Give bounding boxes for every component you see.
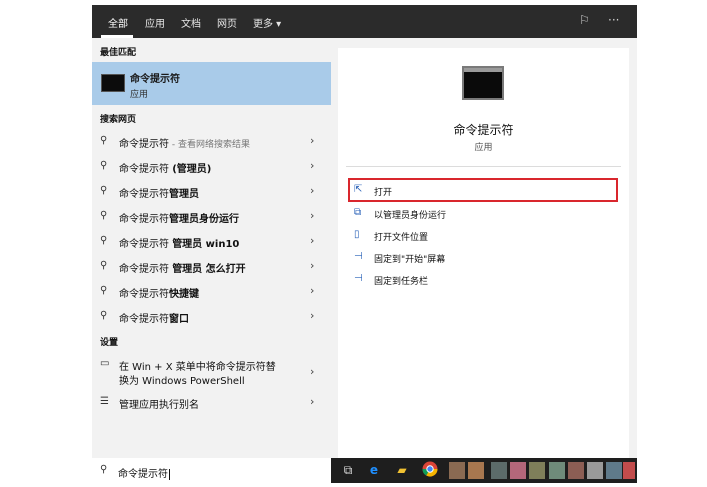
search-icon: ⚲ bbox=[100, 285, 108, 296]
search-icon: ⚲ bbox=[100, 235, 108, 246]
blurred-app-icon[interactable] bbox=[468, 462, 484, 479]
open-icon: ⇱ bbox=[354, 184, 363, 195]
blurred-app-icon[interactable] bbox=[529, 462, 545, 479]
web-result-text: 命令提示符 bbox=[119, 214, 169, 225]
results-pane: 最佳匹配 命令提示符 应用 搜索网页 ⚲ 命令提示符 - 查看网络搜索结果 › … bbox=[92, 5, 331, 458]
web-result-text: 命令提示符 bbox=[119, 164, 173, 175]
blurred-app-icon[interactable] bbox=[587, 462, 603, 479]
web-result-row[interactable]: ⚲ 命令提示符管理员 › bbox=[92, 181, 331, 203]
text-caret bbox=[169, 468, 170, 480]
search-icon: ⚲ bbox=[100, 185, 108, 196]
list-icon: ☰ bbox=[100, 396, 109, 407]
web-result-row[interactable]: ⚲ 命令提示符 管理员 怎么打开 › bbox=[92, 256, 331, 278]
blurred-app-icon[interactable] bbox=[491, 462, 507, 479]
chevron-right-icon[interactable]: › bbox=[310, 209, 314, 222]
action-open-file-location[interactable]: ▯ 打开文件位置 bbox=[354, 227, 614, 245]
chevron-right-icon[interactable]: › bbox=[310, 284, 314, 297]
file-explorer-icon[interactable]: ▰ bbox=[393, 461, 411, 479]
chevron-right-icon[interactable]: › bbox=[310, 184, 314, 197]
web-result-bold: 管理员 怎么打开 bbox=[172, 264, 246, 275]
search-icon: ⚲ bbox=[100, 210, 108, 221]
settings-heading: 设置 bbox=[100, 338, 119, 348]
chevron-right-icon[interactable]: › bbox=[310, 365, 314, 378]
pin-taskbar-icon: ⊣ bbox=[354, 273, 363, 284]
web-result-suffix: - 查看网络搜索结果 bbox=[169, 140, 250, 150]
run-as-admin-icon: ⧉ bbox=[354, 207, 362, 218]
search-icon: ⚲ bbox=[100, 260, 108, 271]
details-title: 命令提示符 bbox=[453, 123, 514, 137]
taskbar: ⧉ e ▰ bbox=[331, 458, 637, 483]
web-result-text: 命令提示符 bbox=[119, 314, 169, 325]
chevron-right-icon[interactable]: › bbox=[310, 395, 314, 408]
web-result-bold: 管理员身份运行 bbox=[169, 214, 239, 225]
search-icon: ⚲ bbox=[100, 464, 108, 475]
settings-result-row[interactable]: ☰ 管理应用执行别名 › bbox=[92, 392, 331, 414]
keyboard-icon: ▭ bbox=[100, 358, 110, 369]
blurred-app-icon[interactable] bbox=[449, 462, 465, 479]
best-match-title: 命令提示符 bbox=[130, 74, 180, 85]
action-label: 打开文件位置 bbox=[374, 233, 429, 243]
action-label: 固定到任务栏 bbox=[374, 277, 429, 287]
settings-result-line1: 管理应用执行别名 bbox=[119, 400, 199, 411]
web-result-bold: 管理员 win10 bbox=[172, 239, 240, 250]
feedback-icon[interactable]: ⚐ bbox=[579, 13, 590, 27]
search-icon: ⚲ bbox=[100, 310, 108, 321]
details-divider bbox=[346, 166, 621, 167]
blurred-app-icon[interactable] bbox=[510, 462, 526, 479]
blurred-app-icon[interactable] bbox=[606, 462, 622, 479]
search-window: 全部 应用 文档 网页 更多 ▾ ⚐ ··· 最佳匹配 命令提示符 应用 搜索网… bbox=[92, 5, 637, 483]
command-prompt-icon bbox=[101, 74, 125, 92]
chevron-right-icon[interactable]: › bbox=[310, 309, 314, 322]
details-type: 应用 bbox=[474, 143, 493, 153]
web-result-bold: 窗口 bbox=[169, 314, 189, 325]
settings-result-line2: 换为 Windows PowerShell bbox=[119, 376, 245, 387]
action-label: 固定到"开始"屏幕 bbox=[374, 255, 446, 265]
web-result-row[interactable]: ⚲ 命令提示符快捷键 › bbox=[92, 281, 331, 303]
web-result-row[interactable]: ⚲ 命令提示符窗口 › bbox=[92, 306, 331, 328]
best-match-item[interactable]: 命令提示符 应用 bbox=[92, 62, 331, 105]
more-icon[interactable]: ··· bbox=[608, 13, 619, 27]
settings-result-line1: 在 Win + X 菜单中将命令提示符替 bbox=[119, 362, 276, 373]
web-result-bold: (管理员) bbox=[172, 164, 212, 175]
pin-start-icon: ⊣ bbox=[354, 251, 363, 262]
search-box[interactable]: ⚲ 命令提示符 bbox=[92, 458, 331, 483]
chrome-browser-icon[interactable] bbox=[421, 461, 439, 479]
blurred-app-icon[interactable] bbox=[549, 462, 565, 479]
web-result-row[interactable]: ⚲ 命令提示符 (管理员) › bbox=[92, 156, 331, 178]
web-result-text: 命令提示符 bbox=[119, 189, 169, 200]
action-pin-taskbar[interactable]: ⊣ 固定到任务栏 bbox=[354, 271, 614, 289]
blurred-app-icon[interactable] bbox=[568, 462, 584, 479]
action-open[interactable]: ⇱ 打开 bbox=[354, 182, 614, 200]
action-label: 以管理员身份运行 bbox=[374, 211, 447, 221]
action-run-as-admin[interactable]: ⧉ 以管理员身份运行 bbox=[354, 205, 614, 223]
web-search-heading: 搜索网页 bbox=[100, 115, 137, 125]
chevron-right-icon[interactable]: › bbox=[310, 159, 314, 172]
file-location-icon: ▯ bbox=[354, 229, 360, 240]
details-pane: 命令提示符 应用 ⇱ 打开 ⧉ 以管理员身份运行 ▯ 打开文件位置 ⊣ 固定到"… bbox=[338, 48, 629, 458]
web-result-text: 命令提示符 bbox=[119, 264, 173, 275]
web-result-row[interactable]: ⚲ 命令提示符 - 查看网络搜索结果 › bbox=[92, 131, 331, 153]
chevron-right-icon[interactable]: › bbox=[310, 134, 314, 147]
settings-result-row[interactable]: ▭ 在 Win + X 菜单中将命令提示符替 换为 Windows PowerS… bbox=[92, 355, 331, 389]
search-icon: ⚲ bbox=[100, 135, 108, 146]
web-result-text: 命令提示符 bbox=[119, 289, 169, 300]
web-result-text: 命令提示符 bbox=[119, 239, 173, 250]
web-result-row[interactable]: ⚲ 命令提示符管理员身份运行 › bbox=[92, 206, 331, 228]
action-pin-start[interactable]: ⊣ 固定到"开始"屏幕 bbox=[354, 249, 614, 267]
web-result-row[interactable]: ⚲ 命令提示符 管理员 win10 › bbox=[92, 231, 331, 253]
chevron-right-icon[interactable]: › bbox=[310, 234, 314, 247]
web-result-text: 命令提示符 bbox=[119, 139, 169, 150]
blurred-app-icon[interactable] bbox=[623, 462, 635, 479]
edge-browser-icon[interactable]: e bbox=[365, 461, 383, 479]
best-match-subtitle: 应用 bbox=[130, 90, 149, 100]
search-input[interactable]: 命令提示符 bbox=[118, 469, 168, 480]
search-icon: ⚲ bbox=[100, 160, 108, 171]
web-result-bold: 快捷键 bbox=[169, 289, 199, 300]
chevron-right-icon[interactable]: › bbox=[310, 259, 314, 272]
task-view-icon[interactable]: ⧉ bbox=[339, 461, 357, 479]
command-prompt-large-icon bbox=[462, 66, 504, 100]
action-label: 打开 bbox=[374, 188, 393, 198]
best-match-heading: 最佳匹配 bbox=[100, 48, 137, 58]
web-result-bold: 管理员 bbox=[169, 189, 199, 200]
